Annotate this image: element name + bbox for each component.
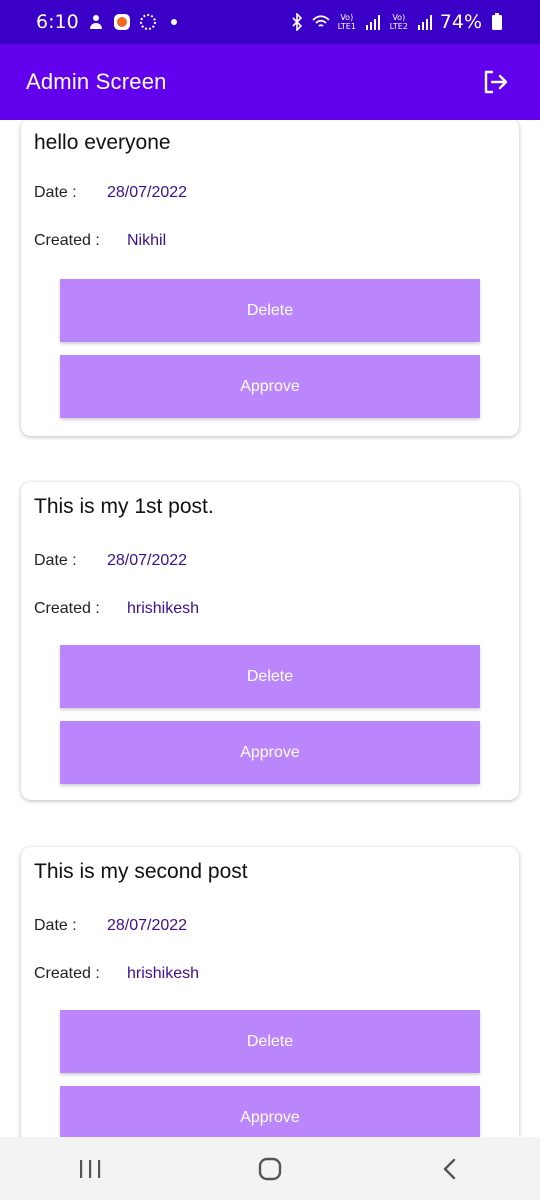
post-title: This is my 1st post. [34,495,214,518]
status-right: Vo) LTE1 Vo) LTE2 74% [288,11,506,33]
home-button[interactable] [240,1144,300,1194]
post-card: This is my second post Date : 28/07/2022… [21,847,519,1137]
logout-icon [484,70,508,94]
post-card: hello everyone Date : 28/07/2022 Created… [21,120,519,436]
signal-icon-2 [417,15,432,30]
dot-icon [170,19,177,25]
delete-button[interactable]: Delete [60,279,480,342]
home-icon [258,1157,282,1180]
recent-apps-button[interactable] [60,1144,120,1194]
created-label: Created : [34,965,100,982]
post-title: hello everyone [34,131,171,154]
date-value: 28/07/2022 [107,184,188,201]
created-value: Nikhil [127,232,167,249]
created-label: Created : [34,600,100,617]
status-bar: 6:10 Vo) LTE1 Vo) LTE2 74% [0,0,540,44]
app-icon [113,14,130,30]
back-button[interactable] [420,1144,480,1194]
date-value: 28/07/2022 [107,552,188,569]
approve-button[interactable]: Approve [60,721,480,784]
post-card: This is my 1st post. Date : 28/07/2022 C… [21,482,519,800]
page-title: Admin Screen [26,69,167,94]
signal-1-text: Vo) LTE1 [337,13,356,31]
system-nav-bar [0,1137,540,1200]
created-value: hrishikesh [127,965,200,982]
status-left: 6:10 [36,11,183,33]
logout-button[interactable] [480,67,510,97]
date-value: 28/07/2022 [107,917,188,934]
recent-apps-icon [80,1159,101,1178]
wifi-icon [312,15,330,27]
battery-text: 74% [439,11,482,33]
created-value: hrishikesh [127,600,200,617]
approve-button[interactable]: Approve [60,355,480,418]
status-time: 6:10 [36,11,79,33]
post-title: This is my second post [34,860,248,883]
date-label: Date : [34,552,77,569]
created-label: Created : [34,232,100,249]
delete-button[interactable]: Delete [60,645,480,708]
date-label: Date : [34,184,77,201]
post-list[interactable]: hello everyone Date : 28/07/2022 Created… [0,120,540,1137]
signal-2-text: Vo) LTE2 [389,13,408,31]
signal-icon [365,15,380,30]
sync-icon [139,14,156,30]
notification-icon [89,15,102,29]
approve-button[interactable]: Approve [60,1086,480,1137]
date-label: Date : [34,917,77,934]
back-icon [443,1158,456,1179]
bluetooth-icon [292,13,302,31]
battery-icon [492,13,502,30]
app-bar: Admin Screen [0,44,540,120]
delete-button[interactable]: Delete [60,1010,480,1073]
